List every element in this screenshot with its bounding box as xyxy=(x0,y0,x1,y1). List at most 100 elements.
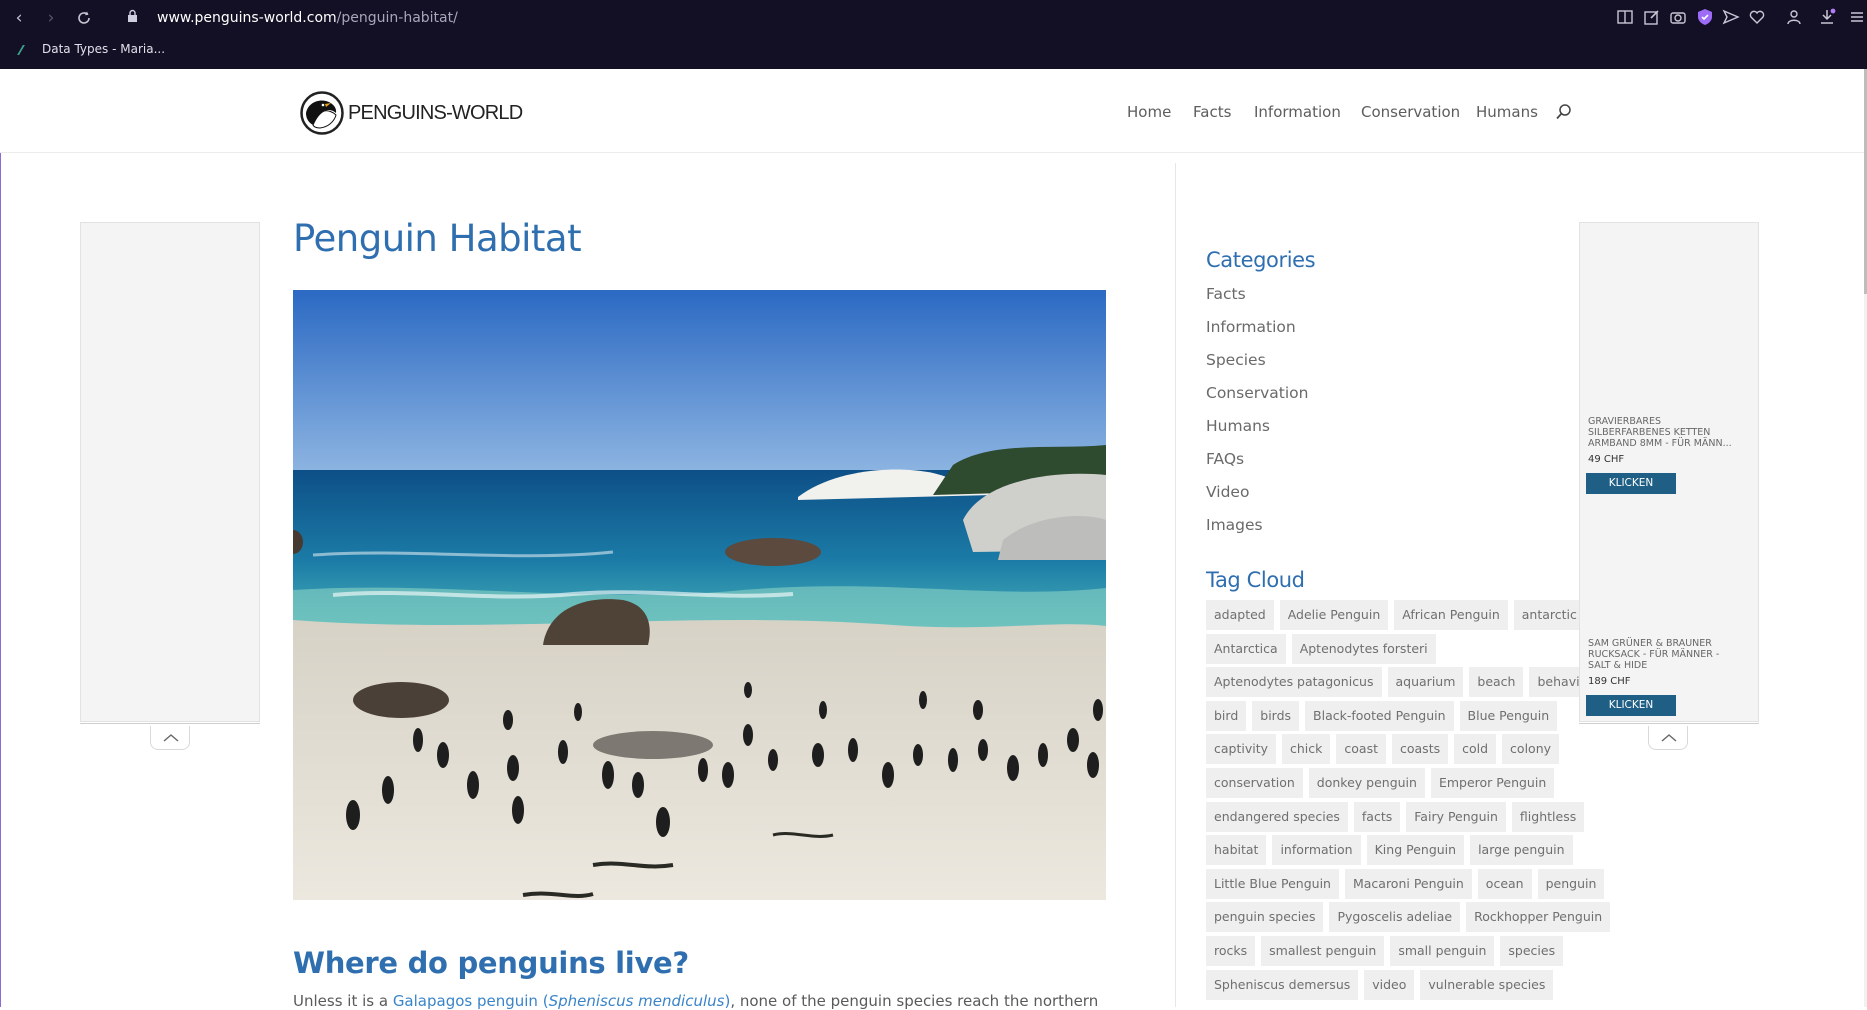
window-edge xyxy=(0,69,1,1007)
tag-habitat[interactable]: habitat xyxy=(1206,835,1267,866)
tag-ocean[interactable]: ocean xyxy=(1477,868,1532,899)
tag-facts[interactable]: facts xyxy=(1353,801,1401,832)
profile-icon[interactable] xyxy=(1785,8,1803,26)
reader-view-icon[interactable] xyxy=(1616,8,1634,26)
tag-macaroni-penguin[interactable]: Macaroni Penguin xyxy=(1344,868,1472,899)
nav-home[interactable]: Home xyxy=(1127,103,1171,121)
nav-information[interactable]: Information xyxy=(1254,103,1341,121)
menu-icon[interactable] xyxy=(1848,8,1866,26)
tag-antarctica[interactable]: Antarctica xyxy=(1206,633,1286,664)
galapagos-link[interactable]: Galapagos penguin (Spheniscus mendiculus… xyxy=(393,992,731,1010)
forward-icon[interactable]: › xyxy=(41,8,61,28)
browser-toolbar: ‹ › www.penguins-world.com/penguin-habit… xyxy=(0,0,1867,69)
tag-little-blue-penguin[interactable]: Little Blue Penguin xyxy=(1206,868,1339,899)
category-species[interactable]: Species xyxy=(1206,351,1266,369)
tag-aptenodytes-patagonicus[interactable]: Aptenodytes patagonicus xyxy=(1206,667,1382,698)
tag-birds[interactable]: birds xyxy=(1252,700,1300,731)
chevron-up-icon xyxy=(163,734,179,742)
tag-pygoscelis-adeliae[interactable]: Pygoscelis adeliae xyxy=(1329,902,1461,933)
ad-product-price: 189 CHF xyxy=(1588,676,1631,687)
bookmark-favicon-icon xyxy=(17,44,35,55)
nav-humans[interactable]: Humans xyxy=(1476,103,1538,121)
penguin-logo-icon[interactable] xyxy=(300,91,344,135)
edit-icon[interactable] xyxy=(1643,8,1661,26)
ad-product-title[interactable]: GRAVIERBARES SILBERFARBENES KETTEN ARMBA… xyxy=(1588,416,1738,449)
screenshot-icon[interactable] xyxy=(1669,8,1687,26)
tag-emperor-penguin[interactable]: Emperor Penguin xyxy=(1430,768,1555,798)
back-icon[interactable]: ‹ xyxy=(9,8,29,28)
tag-fairy-penguin[interactable]: Fairy Penguin xyxy=(1406,801,1506,832)
tag-bird[interactable]: bird xyxy=(1206,700,1247,731)
tag-black-footed-penguin[interactable]: Black-footed Penguin xyxy=(1305,700,1454,731)
ad-collapse-right[interactable] xyxy=(1648,726,1688,750)
tag-flightless[interactable]: flightless xyxy=(1511,801,1585,832)
tag-small-penguin[interactable]: small penguin xyxy=(1390,936,1495,966)
send-icon[interactable] xyxy=(1722,8,1740,26)
category-information[interactable]: Information xyxy=(1206,318,1296,336)
url-host: www.penguins-world.com xyxy=(157,10,337,26)
shield-icon[interactable] xyxy=(1696,8,1714,26)
tag-rockhopper-penguin[interactable]: Rockhopper Penguin xyxy=(1466,902,1611,933)
lock-icon xyxy=(128,9,137,22)
tag-blue-penguin[interactable]: Blue Penguin xyxy=(1459,700,1558,731)
tag-donkey-penguin[interactable]: donkey penguin xyxy=(1308,768,1425,798)
tag-large-penguin[interactable]: large penguin xyxy=(1470,835,1573,866)
categories-heading: Categories xyxy=(1206,248,1316,272)
ad-banner-left[interactable] xyxy=(80,222,260,722)
ad-product-title[interactable]: SAM GRÜNER & BRAUNER RUCKSACK - FÜR MÄNN… xyxy=(1588,638,1738,671)
tag-endangered-species[interactable]: endangered species xyxy=(1206,801,1348,832)
ad-click-button[interactable]: KLICKEN xyxy=(1586,473,1676,494)
category-conservation[interactable]: Conservation xyxy=(1206,384,1308,402)
tag-penguin[interactable]: penguin xyxy=(1537,868,1605,899)
url-path: /penguin-habitat/ xyxy=(336,10,458,26)
ad-banner-right[interactable]: GRAVIERBARES SILBERFARBENES KETTEN ARMBA… xyxy=(1579,222,1759,722)
tag-conservation[interactable]: conservation xyxy=(1206,768,1303,798)
ad-collapse-left[interactable] xyxy=(150,726,190,750)
tag-coasts[interactable]: coasts xyxy=(1392,734,1449,765)
tag-king-penguin[interactable]: King Penguin xyxy=(1366,835,1465,866)
tag-species[interactable]: species xyxy=(1500,936,1564,966)
category-humans[interactable]: Humans xyxy=(1206,417,1270,435)
tag-video[interactable]: video xyxy=(1364,969,1415,1000)
tag-beach[interactable]: beach xyxy=(1469,667,1524,698)
category-images[interactable]: Images xyxy=(1206,516,1263,534)
tag-cloud-heading: Tag Cloud xyxy=(1206,568,1305,592)
reload-icon[interactable] xyxy=(74,8,94,28)
tag-rocks[interactable]: rocks xyxy=(1206,936,1256,966)
ad-click-button[interactable]: KLICKEN xyxy=(1586,695,1676,716)
ad-product-price: 49 CHF xyxy=(1588,454,1625,465)
download-icon[interactable] xyxy=(1818,8,1836,26)
intro-paragraph: Unless it is a Galapagos penguin (Spheni… xyxy=(293,992,1098,1010)
hero-image xyxy=(293,290,1106,900)
bookmark-item[interactable]: Data Types - Maria... xyxy=(17,42,165,56)
tag-coast[interactable]: coast xyxy=(1336,734,1386,765)
ad-divider-left xyxy=(80,723,260,724)
tag-vulnerable-species[interactable]: vulnerable species xyxy=(1420,969,1554,1000)
tag-captivity[interactable]: captivity xyxy=(1206,734,1277,765)
heart-icon[interactable] xyxy=(1748,8,1766,26)
nav-facts[interactable]: Facts xyxy=(1193,103,1231,121)
category-facts[interactable]: Facts xyxy=(1206,285,1246,303)
search-icon[interactable] xyxy=(1555,103,1573,121)
tag-antarctic[interactable]: antarctic xyxy=(1513,600,1585,630)
tag-adelie-penguin[interactable]: Adelie Penguin xyxy=(1279,600,1389,630)
site-logo-text[interactable]: PENGUINS-WORLD xyxy=(348,102,523,125)
tag-information[interactable]: information xyxy=(1272,835,1361,866)
tag-smallest-penguin[interactable]: smallest penguin xyxy=(1261,936,1385,966)
nav-conservation[interactable]: Conservation xyxy=(1361,103,1460,121)
page-title: Penguin Habitat xyxy=(293,217,582,260)
category-faqs[interactable]: FAQs xyxy=(1206,450,1244,468)
tag-colony[interactable]: colony xyxy=(1502,734,1560,765)
tag-aptenodytes-forsteri[interactable]: Aptenodytes forsteri xyxy=(1291,633,1436,664)
address-bar[interactable]: www.penguins-world.com/penguin-habitat/ xyxy=(157,10,458,26)
chevron-up-icon xyxy=(1661,734,1677,742)
galapagos-link-italic: Spheniscus mendiculus xyxy=(548,992,725,1010)
tag-cold[interactable]: cold xyxy=(1454,734,1497,765)
category-video[interactable]: Video xyxy=(1206,483,1249,501)
tag-aquarium[interactable]: aquarium xyxy=(1387,667,1464,698)
tag-adapted[interactable]: adapted xyxy=(1206,600,1274,630)
tag-african-penguin[interactable]: African Penguin xyxy=(1394,600,1508,630)
tag-chick[interactable]: chick xyxy=(1282,734,1331,765)
tag-spheniscus-demersus[interactable]: Spheniscus demersus xyxy=(1206,969,1359,1000)
tag-penguin-species[interactable]: penguin species xyxy=(1206,902,1324,933)
